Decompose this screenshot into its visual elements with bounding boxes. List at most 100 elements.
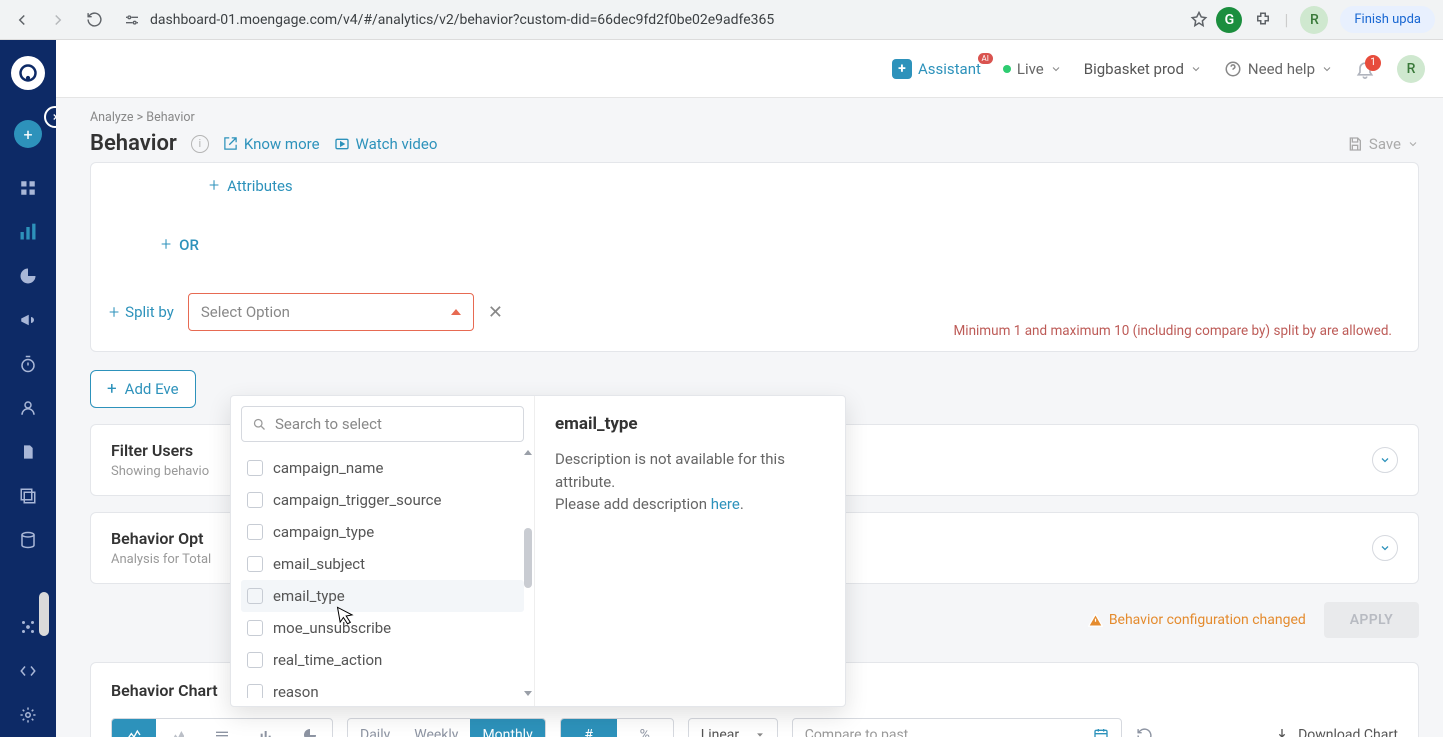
save-button[interactable]: Save <box>1347 135 1419 153</box>
assistant-button[interactable]: + Assistant AI <box>892 59 981 79</box>
layers-nav-icon[interactable] <box>0 474 56 518</box>
stacked-bar-icon[interactable] <box>200 719 244 737</box>
dropdown-option-list: campaign_name campaign_trigger_source ca… <box>241 452 524 698</box>
checkbox-icon <box>247 492 263 508</box>
value-mode-segments: # % <box>560 718 674 737</box>
option-reason[interactable]: reason <box>241 676 524 698</box>
mouse-cursor-icon <box>336 604 355 626</box>
org-switcher[interactable]: Bigbasket prod <box>1084 60 1202 78</box>
period-monthly[interactable]: Monthly <box>470 719 544 737</box>
add-event-button[interactable]: + Add Eve <box>90 370 196 408</box>
scale-select[interactable]: Linear <box>688 718 778 737</box>
period-weekly[interactable]: Weekly <box>402 719 470 737</box>
expand-filter-users-icon[interactable] <box>1372 447 1398 473</box>
stopwatch-nav-icon[interactable] <box>0 342 56 386</box>
option-campaign-trigger-source[interactable]: campaign_trigger_source <box>241 484 524 516</box>
dropdown-scrollbar[interactable] <box>524 450 532 696</box>
user-avatar[interactable]: R <box>1397 55 1425 83</box>
option-moe-unsubscribe[interactable]: moe_unsubscribe <box>241 612 524 644</box>
browser-profile-avatar[interactable]: R <box>1300 6 1328 34</box>
checkbox-icon <box>247 556 263 572</box>
chevron-down-icon <box>1321 63 1333 75</box>
option-email-type[interactable]: email_type <box>241 580 524 612</box>
filter-users-subtitle: Showing behavio <box>111 464 209 479</box>
create-button[interactable]: + <box>0 112 56 156</box>
add-description-link[interactable]: here <box>711 495 740 513</box>
settings-nav-icon[interactable] <box>0 693 56 737</box>
grammarly-extension-icon[interactable]: G <box>1216 7 1242 33</box>
period-daily[interactable]: Daily <box>348 719 402 737</box>
notifications-button[interactable]: 1 <box>1355 59 1375 79</box>
checkbox-icon <box>247 524 263 540</box>
breadcrumb: Analyze > Behavior <box>90 110 1419 125</box>
value-count[interactable]: # <box>561 719 617 737</box>
chevron-down-icon <box>1190 63 1202 75</box>
app-logo[interactable] <box>11 56 45 90</box>
analytics-nav-icon[interactable] <box>0 210 56 254</box>
help-icon <box>1224 60 1242 78</box>
breadcrumb-leaf: Behavior <box>146 110 194 125</box>
checkbox-icon <box>247 684 263 698</box>
finish-update-button[interactable]: Finish upda <box>1340 6 1435 33</box>
watch-video-link[interactable]: Watch video <box>334 135 438 153</box>
reload-button[interactable] <box>80 6 108 34</box>
option-real-time-action[interactable]: real_time_action <box>241 644 524 676</box>
user-nav-icon[interactable] <box>0 386 56 430</box>
browser-chrome: dashboard-01.moengage.com/v4/#/analytics… <box>0 0 1443 40</box>
calendar-icon <box>1093 727 1109 737</box>
area-chart-icon[interactable] <box>156 719 200 737</box>
line-chart-icon[interactable] <box>112 719 156 737</box>
scroll-up-icon[interactable] <box>524 450 532 455</box>
option-campaign-name[interactable]: campaign_name <box>241 452 524 484</box>
address-bar[interactable]: dashboard-01.moengage.com/v4/#/analytics… <box>116 12 1182 28</box>
pie-nav-icon[interactable] <box>0 254 56 298</box>
forward-button[interactable] <box>44 6 72 34</box>
add-or-condition[interactable]: + OR <box>161 234 1400 255</box>
need-help-menu[interactable]: Need help <box>1224 60 1333 78</box>
env-switcher[interactable]: Live <box>1003 60 1062 78</box>
search-icon <box>252 417 267 432</box>
add-attributes-link[interactable]: + Attributes <box>209 175 1400 196</box>
split-by-select[interactable]: Select Option <box>188 293 474 331</box>
checkbox-icon <box>247 652 263 668</box>
scroll-down-icon[interactable] <box>524 691 532 696</box>
apply-button[interactable]: APPLY <box>1324 602 1419 638</box>
save-icon <box>1347 136 1363 152</box>
sparkle-nav-icon[interactable] <box>0 605 56 649</box>
dropdown-search-input[interactable]: Search to select <box>241 406 524 442</box>
dashboard-nav-icon[interactable] <box>0 166 56 210</box>
breadcrumb-root[interactable]: Analyze <box>90 110 134 125</box>
code-nav-icon[interactable] <box>0 649 56 693</box>
back-button[interactable] <box>8 6 36 34</box>
notification-count: 1 <box>1365 55 1381 71</box>
option-email-subject[interactable]: email_subject <box>241 548 524 580</box>
megaphone-nav-icon[interactable] <box>0 298 56 342</box>
reset-compare-icon[interactable] <box>1136 727 1153 737</box>
split-by-label[interactable]: + Split by <box>109 302 174 323</box>
split-by-warning: Minimum 1 and maximum 10 (including comp… <box>954 323 1393 339</box>
detail-title: email_type <box>555 414 825 434</box>
compare-to-past-input[interactable]: Compare to past <box>792 718 1122 737</box>
bar-chart-icon[interactable] <box>244 719 288 737</box>
option-campaign-type[interactable]: campaign_type <box>241 516 524 548</box>
extensions-icon[interactable] <box>1254 11 1272 29</box>
period-segments: Daily Weekly Monthly <box>347 718 546 737</box>
know-more-link[interactable]: Know more <box>223 135 320 153</box>
value-percent[interactable]: % <box>617 719 673 737</box>
filter-users-title: Filter Users <box>111 441 209 460</box>
pie-chart-icon[interactable] <box>288 719 332 737</box>
bookmark-star-icon[interactable] <box>1190 11 1208 29</box>
database-nav-icon[interactable] <box>0 518 56 562</box>
file-nav-icon[interactable] <box>0 430 56 474</box>
download-chart-link[interactable]: Download Chart <box>1274 727 1398 737</box>
download-icon <box>1274 727 1290 737</box>
info-icon[interactable]: i <box>191 135 209 153</box>
config-changed-warning: Behavior configuration changed <box>1088 612 1306 628</box>
expand-behavior-options-icon[interactable] <box>1372 535 1398 561</box>
caret-down-icon <box>755 730 765 737</box>
assistant-ai-badge: AI <box>978 53 993 64</box>
detail-desc-line1: Description is not available for this at… <box>555 450 785 491</box>
split-by-dropdown-popover: Search to select campaign_name campaign_… <box>230 395 846 707</box>
clear-split-by-icon[interactable]: ✕ <box>488 302 503 323</box>
scroll-thumb[interactable] <box>524 528 532 588</box>
